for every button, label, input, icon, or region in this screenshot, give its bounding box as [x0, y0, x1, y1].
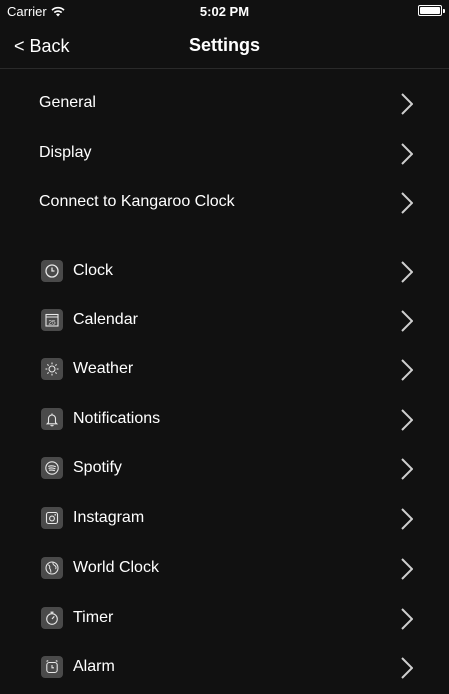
- chevron-right-icon: [401, 359, 413, 381]
- bell-icon: [41, 408, 63, 430]
- settings-row-instagram[interactable]: Instagram: [0, 498, 449, 538]
- row-label: Weather: [73, 360, 134, 377]
- chevron-right-icon: [401, 608, 413, 630]
- sun-icon: [41, 358, 63, 380]
- battery-fill: [420, 7, 440, 14]
- chevron-right-icon: [401, 143, 413, 165]
- globe-icon: [41, 557, 63, 579]
- alarm-clock-icon: [41, 656, 63, 678]
- settings-row-clock[interactable]: Clock: [0, 251, 449, 291]
- status-bar: Carrier 5:02 PM: [0, 0, 449, 24]
- chevron-right-icon: [401, 261, 413, 283]
- chevron-right-icon: [401, 192, 413, 214]
- settings-row-notifications[interactable]: Notifications: [0, 399, 449, 439]
- row-label: Notifications: [73, 410, 161, 427]
- status-time: 5:02 PM: [199, 4, 250, 19]
- row-label: Clock: [73, 262, 114, 279]
- chevron-right-icon: [401, 93, 413, 115]
- chevron-right-icon: [401, 458, 413, 480]
- battery-icon: [418, 5, 445, 16]
- page-title: Settings: [188, 35, 260, 55]
- clock-icon: [41, 260, 63, 282]
- settings-row-general[interactable]: General: [0, 83, 449, 123]
- settings-row-timer[interactable]: Timer: [0, 598, 449, 638]
- nav-bar: < Back Settings: [0, 24, 449, 69]
- calendar-icon-day: 25: [48, 319, 56, 326]
- settings-row-world-clock[interactable]: World Clock: [0, 548, 449, 588]
- instagram-icon: [41, 507, 63, 529]
- row-label: Calendar: [73, 311, 138, 328]
- chevron-right-icon: [401, 558, 413, 580]
- row-label: World Clock: [73, 559, 159, 576]
- settings-row-weather[interactable]: Weather: [0, 349, 449, 389]
- spotify-icon: [41, 457, 63, 479]
- row-label: Timer: [73, 609, 114, 626]
- stopwatch-icon: [41, 607, 63, 629]
- row-label: Display: [39, 144, 92, 161]
- settings-row-alarm[interactable]: Alarm: [0, 647, 449, 687]
- chevron-right-icon: [401, 657, 413, 679]
- battery-nub: [443, 9, 445, 13]
- row-label: Connect to Kangaroo Clock: [39, 193, 235, 210]
- chevron-right-icon: [401, 310, 413, 332]
- row-label: General: [39, 94, 96, 111]
- chevron-right-icon: [401, 508, 413, 530]
- row-label: Alarm: [73, 658, 115, 675]
- settings-row-calendar[interactable]: 25 Calendar: [0, 300, 449, 340]
- settings-row-connect[interactable]: Connect to Kangaroo Clock: [0, 182, 449, 222]
- row-label: Spotify: [73, 459, 122, 476]
- settings-row-spotify[interactable]: Spotify: [0, 448, 449, 488]
- settings-row-display[interactable]: Display: [0, 133, 449, 173]
- row-label: Instagram: [73, 509, 145, 526]
- calendar-icon: 25: [41, 309, 63, 331]
- chevron-right-icon: [401, 409, 413, 431]
